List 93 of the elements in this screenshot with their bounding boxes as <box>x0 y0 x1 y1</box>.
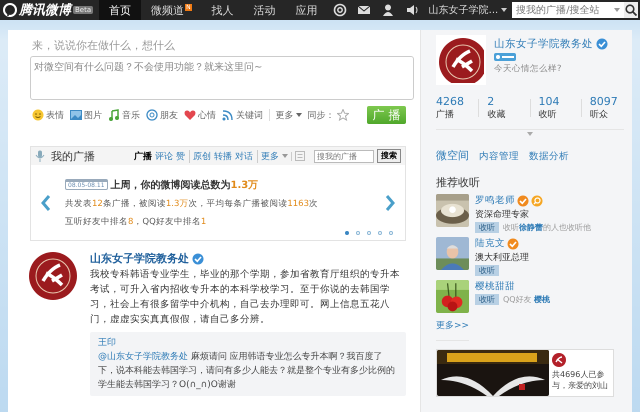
friend-icon <box>146 109 158 121</box>
stat-label: 听众 <box>590 108 609 121</box>
search-field[interactable]: 搜我的广播 <box>314 150 374 162</box>
verified-icon <box>192 252 204 264</box>
caret-icon <box>282 154 288 158</box>
user-name[interactable]: 樱桃甜甜 <box>475 280 515 293</box>
stat-label: 收听 <box>538 108 558 121</box>
side-link[interactable]: 数据分析 <box>529 150 569 163</box>
star-icon[interactable] <box>336 109 349 121</box>
summary-headline: 上周，你的微博阅读总数为1.3万 <box>110 178 258 192</box>
user-description: 澳大利亚总理 <box>475 252 529 264</box>
follow-reason: QQ好友 樱桃 <box>503 294 550 305</box>
toolbar-item[interactable]: 音乐 <box>108 108 140 122</box>
music-icon <box>108 109 120 121</box>
section-title: 我的广播 <box>51 148 95 164</box>
follow-button[interactable]: 收听 <box>475 294 499 305</box>
user-name[interactable]: 陆克文 <box>475 237 505 250</box>
page-dot[interactable] <box>345 231 349 235</box>
toolbar-item[interactable]: 表情 <box>32 108 64 122</box>
follow-button[interactable]: 收听 <box>475 265 499 276</box>
summary-text: 共发表 12条广播，被阅读1.3万次，平均每条广播被阅读1163次 <box>65 198 319 210</box>
person-icon[interactable] <box>380 3 395 17</box>
follow-reason: 收听徐静蕾的人也收听他 <box>503 222 591 233</box>
mention-link[interactable]: @山东女子学院教务处 <box>98 352 188 362</box>
nav-tab[interactable]: 找人 <box>202 0 244 20</box>
feed-tab[interactable]: 广播 <box>134 150 152 162</box>
user-description: 资深命理专家 <box>475 208 530 221</box>
post-input[interactable]: 对微空间有什么问题？不会使用功能？就来这里问~ <box>30 56 414 100</box>
microphone-icon <box>35 150 45 162</box>
mention-icon[interactable] <box>332 3 347 17</box>
keyword-icon <box>222 109 234 121</box>
summary-text: 互听好友中排名 8，QQ好友中排名 1 <box>65 216 208 228</box>
logo-icon <box>3 3 17 17</box>
mail-icon[interactable] <box>356 3 371 17</box>
feed-tab[interactable]: 原创 <box>193 150 211 162</box>
mood-icon <box>184 109 196 121</box>
nav-tab[interactable]: 首页 <box>99 0 142 20</box>
more-link[interactable]: 更多>> <box>436 319 470 341</box>
search-icon <box>625 4 638 16</box>
side-link[interactable]: 微空间 <box>436 148 469 163</box>
post-button[interactable]: 广 播 <box>366 106 406 124</box>
toolbar-item[interactable]: 朋友 <box>146 108 178 122</box>
nav-tab[interactable]: 应用 <box>286 0 328 20</box>
feed-tab[interactable]: 转播 <box>214 150 232 162</box>
author-name[interactable]: 山东女子学院教务处 <box>90 251 189 266</box>
stat-label: 广播 <box>436 108 455 121</box>
list-icon <box>295 151 305 161</box>
page-dot[interactable] <box>356 231 360 235</box>
side-link[interactable]: 内容管理 <box>479 150 519 163</box>
emoji-icon <box>32 109 44 121</box>
post-text: 我校专科韩语专业学生，毕业的那个学期，参加省教育厅组织的专升本考试，可升入省内招收专升本的本科学校学习。至于你说的去韩国学习，社会上有很多留学中介机构，自己去办理即可。网上信息五花八门，虚虚实实真真假假，请自己多分辨。 <box>90 268 401 327</box>
page-dot[interactable] <box>389 231 393 235</box>
page-dot[interactable] <box>367 231 371 235</box>
feed-tab[interactable]: 赞 <box>176 150 190 162</box>
follow-button[interactable]: 收听 <box>475 222 499 233</box>
sync-label: 同步： <box>308 110 335 122</box>
page-dot[interactable] <box>378 231 382 235</box>
ad-text: 共4696人已参与，亲爱的刘山 <box>552 369 609 391</box>
image-icon <box>70 109 82 121</box>
search-button[interactable] <box>624 2 638 18</box>
feed-tab[interactable]: 评论 <box>155 150 173 162</box>
feed-tab[interactable]: 对话 <box>235 150 258 162</box>
level-icon <box>494 53 516 61</box>
profile-name[interactable]: 山东女子学院教务处 <box>494 37 593 51</box>
toolbar-item[interactable]: 关键词 <box>222 108 263 122</box>
caret-icon <box>614 8 620 12</box>
speaker-icon[interactable] <box>404 3 419 17</box>
caret-icon <box>527 132 533 136</box>
avatar <box>438 37 484 83</box>
stat-label: 收藏 <box>487 108 506 121</box>
stat-value[interactable]: 8097 <box>590 95 624 108</box>
quote-text: @山东女子学院教务处 麻烦请问 应用韩语专业怎么专升本啊？我百度了下，说本科能去韩国学习，请问有多少人能去？就是整个专业有多少比例的学生能去韩国学习？O(∩_∩)O谢谢 <box>98 350 396 392</box>
more-dropdown[interactable]: 更多 <box>276 108 302 122</box>
stat-value[interactable]: 104 <box>538 95 573 108</box>
avatar <box>28 251 78 301</box>
logo-icon <box>552 353 566 367</box>
caret-icon <box>501 8 508 12</box>
mood-prompt[interactable]: 今天心情怎么样? <box>494 63 608 75</box>
toolbar-item[interactable]: 图片 <box>70 108 102 122</box>
feed-tab[interactable]: 更多 <box>261 150 279 162</box>
toolbar-item[interactable]: 心情 <box>184 108 216 122</box>
user-menu[interactable]: 山东女子学院... <box>424 0 512 20</box>
nav-tab[interactable]: 活动 <box>244 0 286 20</box>
stat-value[interactable]: 4268 <box>436 95 470 108</box>
author-name[interactable]: 王印 <box>98 336 398 350</box>
logo-text: 腾讯微博 <box>19 2 71 19</box>
user-name[interactable]: 罗鸣老师 <box>475 194 515 207</box>
search-button[interactable]: 搜索 <box>377 149 401 163</box>
compose-prompt: 来，说说你在做什么，想什么 <box>32 38 176 53</box>
section-title: 推荐收听 <box>436 175 481 190</box>
stat-value[interactable]: 2 <box>487 95 522 108</box>
verified-icon <box>596 38 608 50</box>
caret-icon <box>296 113 302 117</box>
